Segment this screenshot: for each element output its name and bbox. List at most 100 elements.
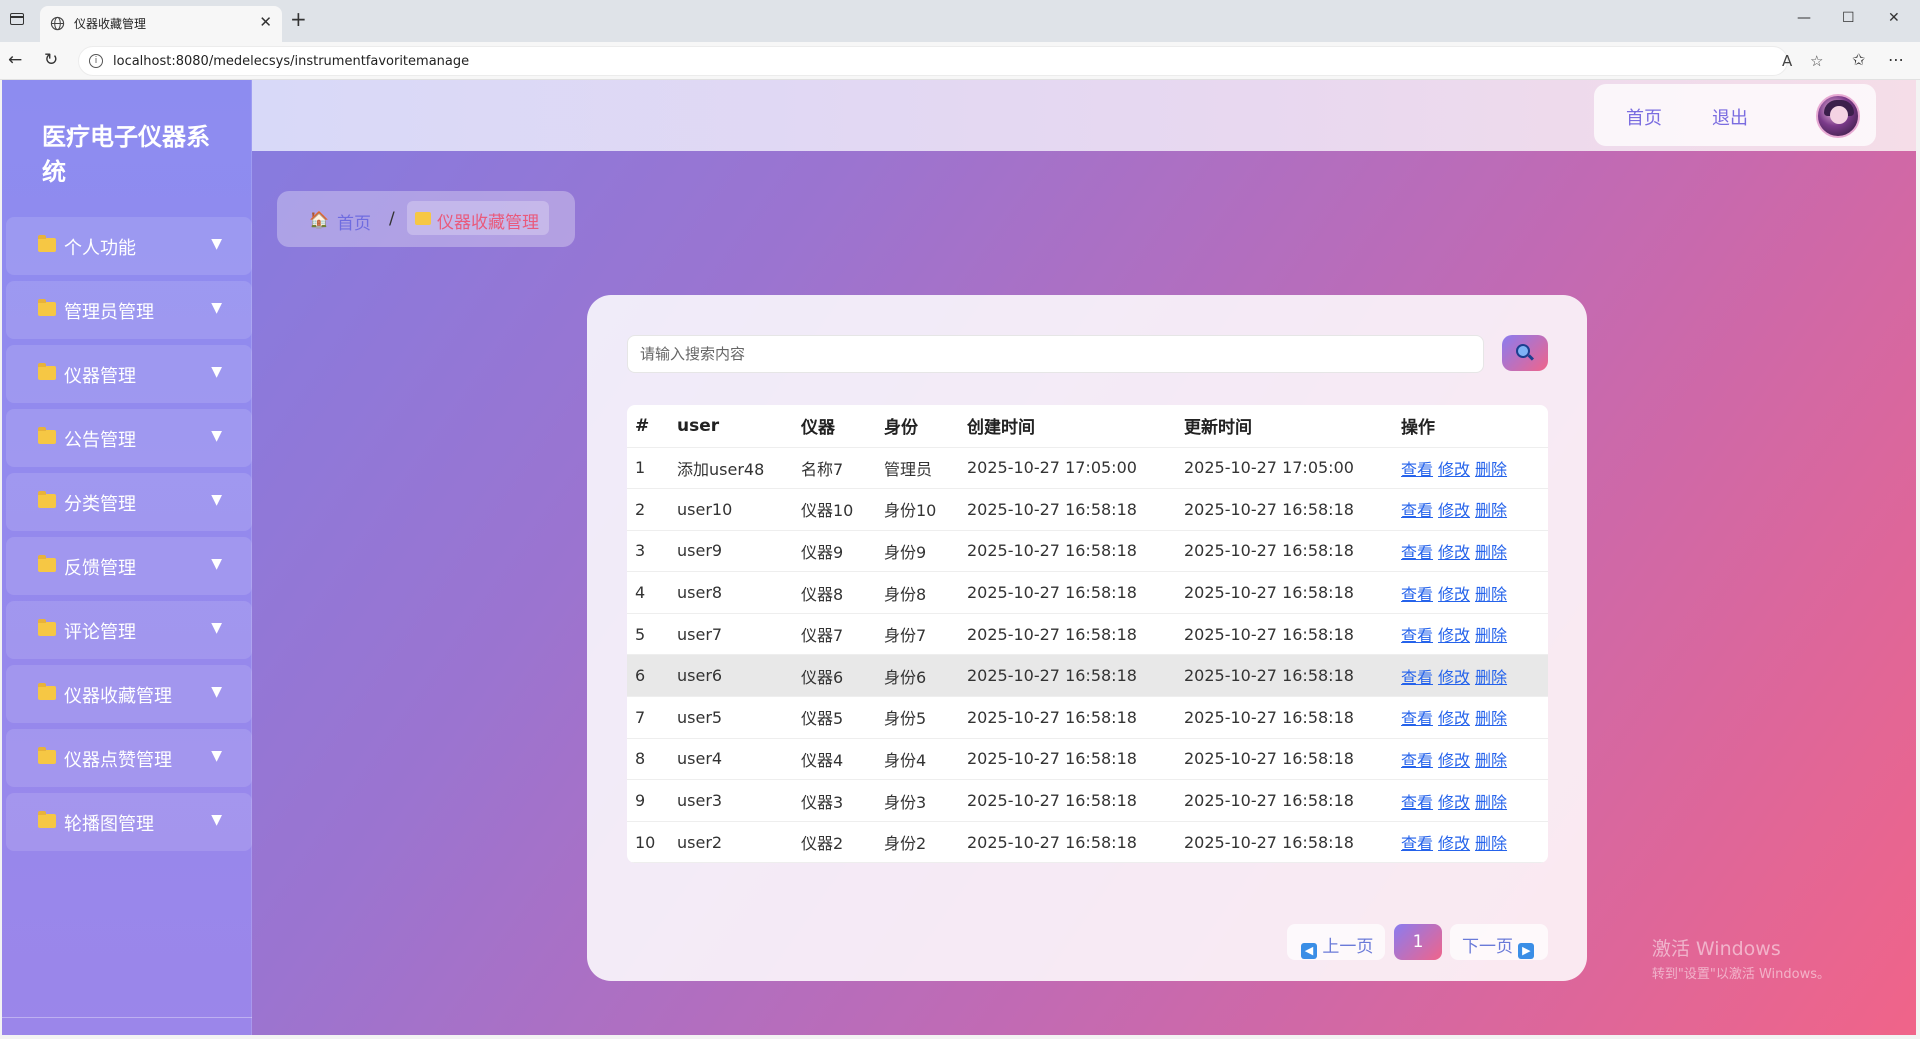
triangle-down-icon: ▼ (211, 556, 222, 572)
new-tab-icon[interactable]: + (290, 9, 307, 29)
view-link[interactable]: 查看 (1401, 793, 1433, 812)
triangle-down-icon: ▼ (211, 620, 222, 636)
edit-link[interactable]: 修改 (1438, 585, 1470, 604)
sidebar-item-carousel[interactable]: 轮播图管理 ▼ (6, 793, 252, 851)
sidebar-item-announcement[interactable]: 公告管理 ▼ (6, 409, 252, 467)
view-link[interactable]: 查看 (1401, 501, 1433, 520)
sidebar-item-personal[interactable]: 个人功能 ▼ (6, 217, 252, 275)
next-page-button[interactable]: 下一页 ▶ (1450, 924, 1548, 960)
table-row: 1 添加user48 名称7 管理员 2025-10-27 17:05:00 2… (627, 447, 1548, 490)
tab-close-icon[interactable]: ✕ (259, 14, 272, 30)
cell-identity: 身份6 (876, 654, 959, 698)
edit-link[interactable]: 修改 (1438, 751, 1470, 770)
cell-actions: 查看 修改 删除 (1393, 530, 1548, 573)
minimize-icon[interactable]: — (1797, 10, 1811, 26)
view-link[interactable]: 查看 (1401, 709, 1433, 728)
sidebar-item-label: 个人功能 (64, 238, 136, 259)
avatar[interactable] (1816, 94, 1860, 138)
cell-instrument: 仪器9 (793, 530, 876, 573)
refresh-icon[interactable]: ↻ (44, 50, 58, 70)
search-input[interactable] (627, 335, 1484, 373)
edit-link[interactable]: 修改 (1438, 834, 1470, 853)
address-bar: ← ↻ i localhost:8080/medelecsys/instrume… (0, 42, 1920, 80)
read-aloud-icon[interactable]: A (1782, 52, 1792, 70)
sidebar-item-admin[interactable]: 管理员管理 ▼ (6, 281, 252, 339)
search-button[interactable] (1502, 335, 1548, 371)
cell-id: 5 (627, 613, 669, 656)
maximize-icon[interactable]: ☐ (1842, 10, 1855, 26)
cell-id: 3 (627, 530, 669, 573)
folder-icon (38, 363, 56, 380)
cell-updated: 2025-10-27 16:58:18 (1176, 779, 1393, 822)
edit-link[interactable]: 修改 (1438, 793, 1470, 812)
delete-link[interactable]: 删除 (1475, 460, 1507, 479)
view-link[interactable]: 查看 (1401, 543, 1433, 562)
sidebar-item-instrument-like[interactable]: 仪器点赞管理 ▼ (6, 729, 252, 787)
edit-link[interactable]: 修改 (1438, 668, 1470, 687)
view-link[interactable]: 查看 (1401, 668, 1433, 687)
folder-icon (38, 555, 56, 572)
edit-link[interactable]: 修改 (1438, 709, 1470, 728)
window-close-icon[interactable]: ✕ (1888, 10, 1900, 26)
url-field[interactable]: i localhost:8080/medelecsys/instrumentfa… (78, 46, 1823, 76)
folder-icon (38, 427, 56, 444)
page-1-button[interactable]: 1 (1394, 924, 1442, 960)
breadcrumb-home-link[interactable]: 首页 (337, 209, 371, 234)
delete-link[interactable]: 删除 (1475, 501, 1507, 520)
cell-updated: 2025-10-27 16:58:18 (1176, 571, 1393, 614)
header-home-link[interactable]: 首页 (1626, 104, 1662, 130)
app-page: 首页 退出 医疗电子仪器系统 个人功能 ▼ 管理员管理 ▼ 仪器管理 ▼ 公告管 (2, 80, 1916, 1035)
sidebar-item-feedback[interactable]: 反馈管理 ▼ (6, 537, 252, 595)
favorite-star-icon[interactable]: ☆ (1810, 52, 1823, 70)
delete-link[interactable]: 删除 (1475, 834, 1507, 853)
cell-actions: 查看 修改 删除 (1393, 488, 1548, 531)
edit-link[interactable]: 修改 (1438, 501, 1470, 520)
browser-tab[interactable]: 仪器收藏管理 ✕ (40, 6, 282, 42)
view-link[interactable]: 查看 (1401, 626, 1433, 645)
edit-link[interactable]: 修改 (1438, 626, 1470, 645)
delete-link[interactable]: 删除 (1475, 585, 1507, 604)
cell-actions: 查看 修改 删除 (1393, 613, 1548, 656)
folder-icon (38, 235, 56, 252)
sidebar-item-instrument[interactable]: 仪器管理 ▼ (6, 345, 252, 403)
delete-link[interactable]: 删除 (1475, 668, 1507, 687)
delete-link[interactable]: 删除 (1475, 709, 1507, 728)
sidebar-item-category[interactable]: 分类管理 ▼ (6, 473, 252, 531)
sidebar-item-comment[interactable]: 评论管理 ▼ (6, 601, 252, 659)
view-link[interactable]: 查看 (1401, 834, 1433, 853)
cell-id: 1 (627, 447, 669, 490)
delete-link[interactable]: 删除 (1475, 626, 1507, 645)
top-header: 首页 退出 (252, 80, 1916, 151)
header-logout-link[interactable]: 退出 (1712, 104, 1748, 130)
cell-actions: 查看 修改 删除 (1393, 447, 1548, 490)
tab-actions-icon[interactable] (10, 13, 24, 25)
delete-link[interactable]: 删除 (1475, 543, 1507, 562)
next-page-label: 下一页 (1462, 937, 1513, 957)
more-options-icon[interactable]: ⋯ (1888, 50, 1904, 69)
delete-link[interactable]: 删除 (1475, 793, 1507, 812)
delete-link[interactable]: 删除 (1475, 751, 1507, 770)
cell-id: 7 (627, 696, 669, 739)
table-row: 4 user8 仪器8 身份8 2025-10-27 16:58:18 2025… (627, 571, 1548, 614)
folder-icon (38, 747, 56, 764)
prev-page-button[interactable]: ◀ 上一页 (1287, 924, 1385, 960)
view-link[interactable]: 查看 (1401, 751, 1433, 770)
view-link[interactable]: 查看 (1401, 585, 1433, 604)
favorites-icon[interactable]: ✩ (1852, 50, 1865, 69)
column-header: user (669, 405, 793, 448)
edit-link[interactable]: 修改 (1438, 543, 1470, 562)
view-link[interactable]: 查看 (1401, 460, 1433, 479)
site-info-icon[interactable]: i (89, 54, 103, 68)
column-header: 身份 (876, 405, 959, 448)
folder-icon (38, 811, 56, 828)
content-card: # user 仪器 身份 创建时间 更新时间 操作 1 添加user48 名称7… (587, 295, 1587, 981)
sidebar-item-label: 轮播图管理 (64, 814, 154, 835)
edit-link[interactable]: 修改 (1438, 460, 1470, 479)
header-nav: 首页 退出 (1594, 84, 1876, 146)
app-title: 医疗电子仪器系统 (42, 123, 210, 186)
cell-actions: 查看 修改 删除 (1393, 654, 1548, 698)
back-icon[interactable]: ← (8, 50, 22, 70)
sidebar-item-instrument-favorite[interactable]: 仪器收藏管理 ▼ (6, 665, 252, 723)
cell-instrument: 仪器6 (793, 654, 876, 698)
sidebar-item-label: 仪器管理 (64, 366, 136, 387)
